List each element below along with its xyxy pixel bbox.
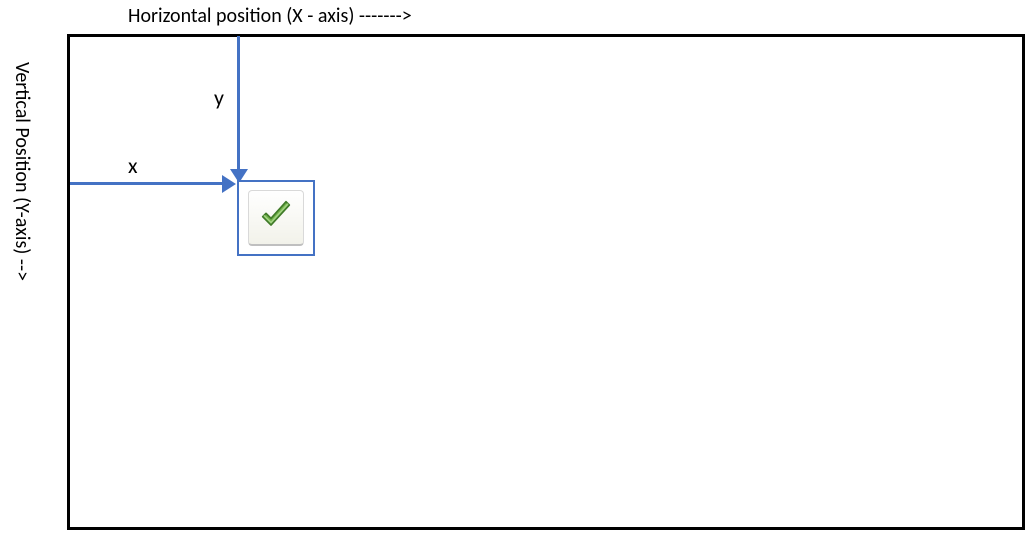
y-marker-label: y: [214, 84, 224, 111]
checkmark-icon: [256, 195, 296, 241]
x-axis-label: Horizontal position (X - axis) ------->: [128, 4, 412, 28]
x-axis-arrow-head: [222, 175, 236, 193]
button-tile: [248, 190, 304, 246]
coordinate-container: [67, 34, 1025, 530]
y-axis-label: Vertical Position (Y-axis) -->: [10, 62, 34, 281]
x-marker-label: x: [128, 152, 138, 179]
positioned-element-box: [237, 180, 315, 256]
y-axis-arrow-line: [237, 36, 240, 178]
x-axis-arrow-line: [70, 182, 228, 185]
